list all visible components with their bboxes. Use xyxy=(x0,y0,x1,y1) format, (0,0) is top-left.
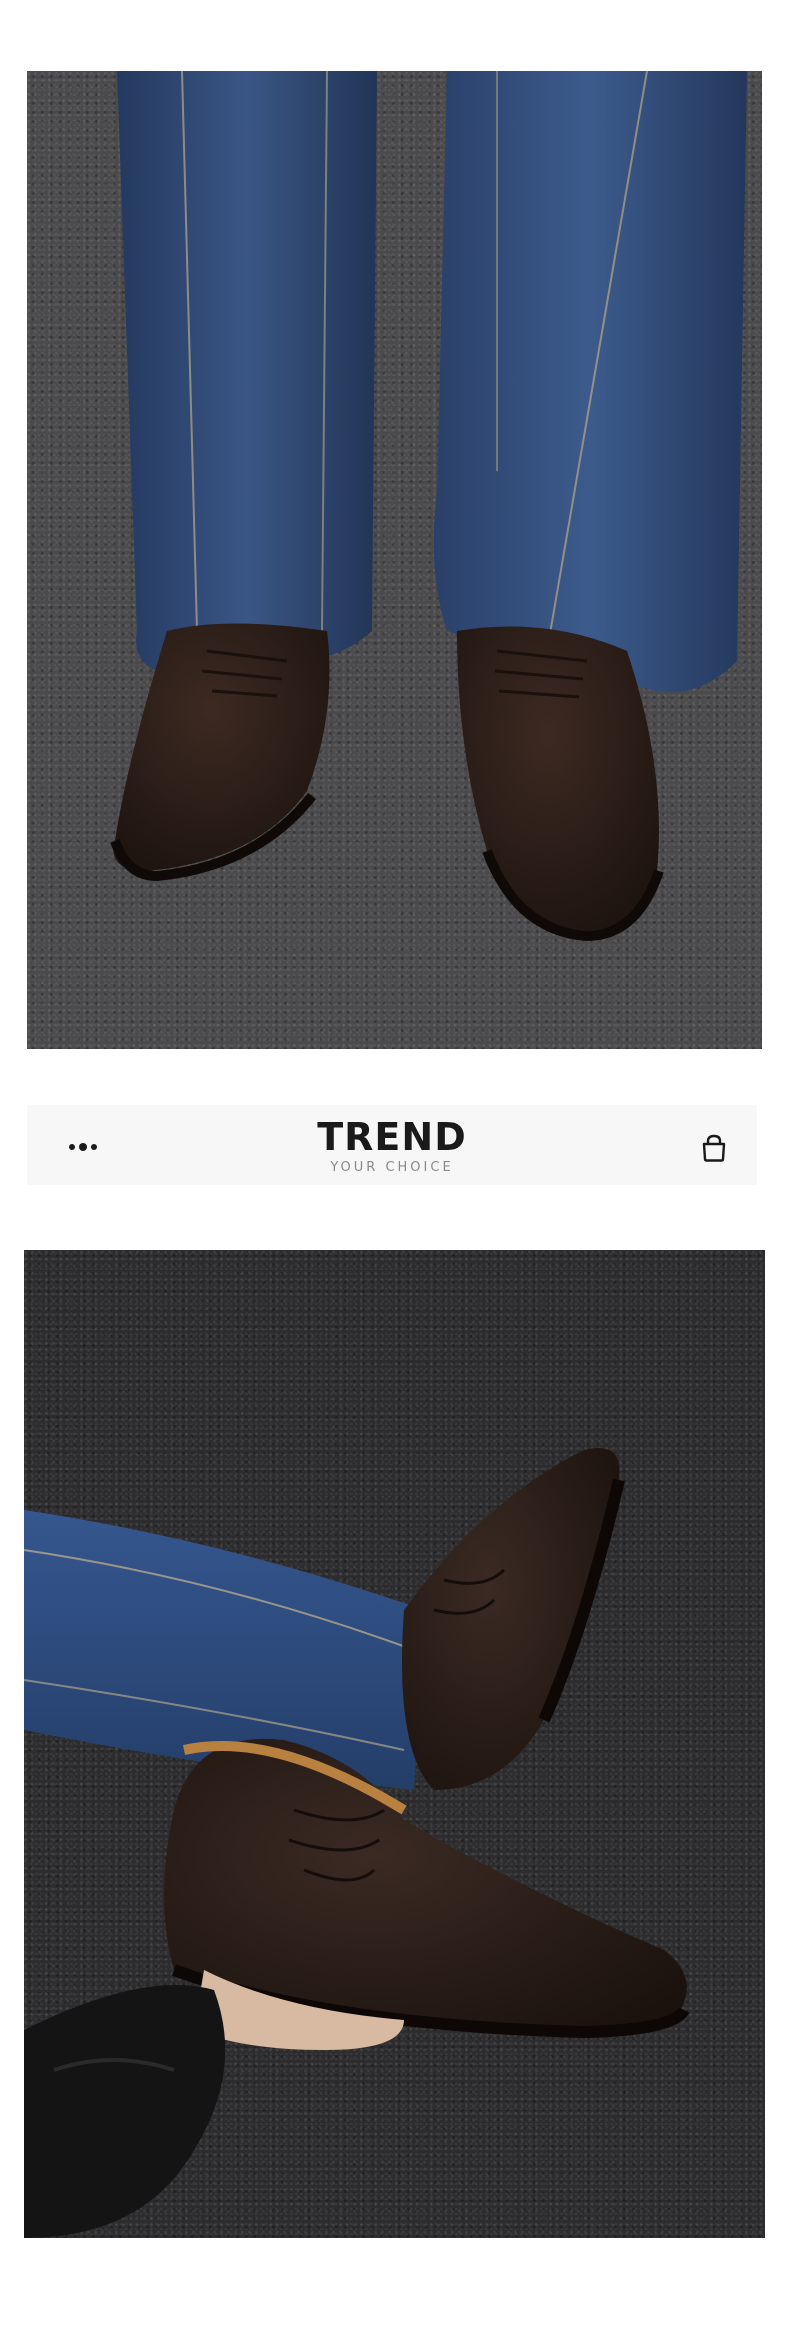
brand-header-bar: TREND YOUR CHOICE xyxy=(27,1105,757,1185)
brand-title: TREND xyxy=(317,1115,467,1159)
standing-boots-illustration xyxy=(110,71,747,942)
brand-logo: TREND YOUR CHOICE xyxy=(292,1117,492,1177)
more-dots-icon[interactable] xyxy=(67,1139,103,1153)
product-photo-standing xyxy=(27,71,762,1049)
product-photo-held xyxy=(24,1250,765,2238)
brand-tagline: YOUR CHOICE xyxy=(330,1160,454,1175)
held-boots-illustration xyxy=(24,1448,690,2238)
shopping-bag-icon[interactable] xyxy=(699,1133,729,1163)
